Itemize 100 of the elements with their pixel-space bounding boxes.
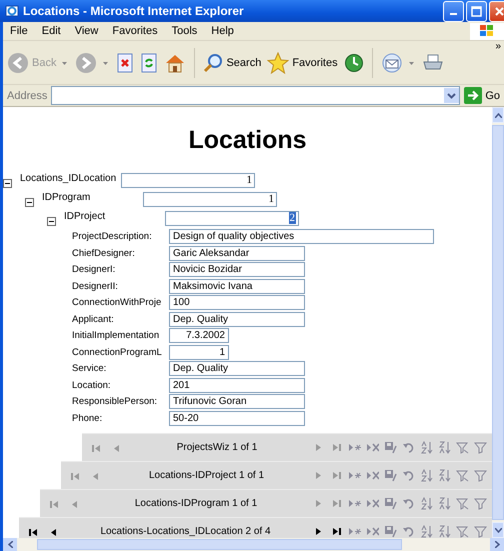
field-label: Location: bbox=[72, 380, 112, 390]
filter-icon[interactable] bbox=[474, 469, 487, 482]
input-field[interactable]: 100 bbox=[169, 295, 305, 310]
minimize-button[interactable] bbox=[443, 0, 464, 22]
sort-descending-icon[interactable] bbox=[438, 441, 451, 454]
scroll-right-icon[interactable] bbox=[494, 541, 500, 548]
new-record-icon[interactable] bbox=[348, 469, 361, 482]
collapse-icon[interactable] bbox=[25, 198, 34, 206]
search-button[interactable]: Search bbox=[203, 52, 262, 72]
input-field[interactable]: 201 bbox=[169, 378, 305, 392]
sort-ascending-icon[interactable] bbox=[420, 525, 433, 538]
undo-icon[interactable] bbox=[402, 441, 415, 454]
filter-selection-icon[interactable] bbox=[456, 525, 469, 538]
node-field[interactable]: 2 bbox=[165, 210, 299, 226]
record-counter: Locations-IDProject 1 of 1 bbox=[148, 470, 266, 481]
delete-record-icon[interactable] bbox=[366, 441, 379, 454]
sort-ascending-icon[interactable] bbox=[420, 469, 433, 482]
go-button[interactable]: Go bbox=[460, 87, 504, 104]
mail-icon[interactable] bbox=[380, 52, 403, 72]
save-icon[interactable] bbox=[384, 525, 397, 538]
input-field[interactable]: Trifunovic Goran bbox=[169, 394, 305, 409]
dropdown-arrow-icon[interactable] bbox=[62, 62, 68, 66]
menu-item[interactable]: File bbox=[3, 25, 35, 37]
field-label: ResponsiblePerson: bbox=[72, 396, 158, 407]
scroll-left-icon[interactable] bbox=[8, 541, 12, 548]
menu-item[interactable]: Help bbox=[204, 25, 241, 37]
search-icon bbox=[203, 52, 224, 72]
new-record-icon[interactable] bbox=[348, 441, 361, 454]
stop-icon[interactable] bbox=[116, 52, 134, 72]
input-field[interactable]: 1 bbox=[169, 344, 229, 360]
delete-record-icon[interactable] bbox=[366, 525, 379, 538]
close-button[interactable] bbox=[489, 0, 504, 22]
star-icon bbox=[267, 52, 290, 74]
save-icon[interactable] bbox=[384, 441, 397, 454]
filter-icon[interactable] bbox=[474, 497, 487, 510]
refresh-icon[interactable] bbox=[140, 52, 158, 72]
menu-item[interactable]: View bbox=[68, 25, 106, 37]
record-counter: Locations-Locations_IDLocation 2 of 4 bbox=[99, 526, 272, 537]
field-label: ConnectionWithProje bbox=[72, 297, 162, 308]
sort-descending-icon[interactable] bbox=[438, 525, 451, 538]
horizontal-scrollbar[interactable] bbox=[3, 538, 504, 551]
collapse-icon[interactable] bbox=[47, 216, 56, 226]
record-counter: ProjectsWiz 1 of 1 bbox=[176, 442, 258, 453]
collapse-icon[interactable] bbox=[3, 178, 12, 188]
scroll-thumb[interactable] bbox=[37, 539, 402, 550]
input-field[interactable]: 50-20 bbox=[169, 410, 305, 426]
last-record-icon[interactable] bbox=[330, 525, 343, 538]
sort-descending-icon[interactable] bbox=[438, 469, 451, 482]
input-field[interactable]: Novicic Bozidar bbox=[169, 262, 305, 277]
filter-selection-icon[interactable] bbox=[456, 469, 469, 482]
menu-item[interactable]: Favorites bbox=[105, 25, 165, 37]
home-icon[interactable] bbox=[164, 52, 186, 72]
history-icon[interactable] bbox=[344, 52, 364, 72]
delete-record-icon[interactable] bbox=[366, 469, 379, 482]
scroll-down-icon[interactable] bbox=[494, 528, 502, 532]
node-field[interactable]: 1 bbox=[121, 172, 255, 188]
printer-icon[interactable] bbox=[422, 52, 444, 72]
delete-record-icon[interactable] bbox=[366, 497, 379, 510]
back-label: Back bbox=[32, 56, 56, 68]
field-label: Service: bbox=[72, 363, 108, 374]
node-label: Locations_IDLocation bbox=[20, 172, 118, 184]
new-record-icon[interactable] bbox=[348, 497, 361, 510]
input-field[interactable]: Dep. Quality bbox=[169, 361, 305, 376]
filter-selection-icon[interactable] bbox=[456, 497, 469, 510]
input-field[interactable]: Dep. Quality bbox=[169, 312, 305, 326]
favorites-button[interactable]: Favorites bbox=[267, 52, 338, 74]
input-field[interactable]: Design of quality objectives bbox=[169, 229, 434, 244]
window-title: Locations - Microsoft Internet Explorer bbox=[23, 4, 245, 18]
scroll-up-icon[interactable] bbox=[494, 112, 502, 118]
save-icon[interactable] bbox=[384, 469, 397, 482]
menu-item[interactable]: Tools bbox=[164, 25, 204, 37]
menu-item[interactable]: Edit bbox=[34, 25, 68, 37]
maximize-button[interactable] bbox=[466, 0, 487, 22]
input-field[interactable]: 7.3.2002 bbox=[169, 328, 229, 343]
sort-ascending-icon[interactable] bbox=[420, 441, 433, 454]
field-label: Applicant: bbox=[72, 314, 115, 324]
browser-icon bbox=[5, 4, 19, 18]
field-label: ProjectDescription: bbox=[72, 231, 153, 242]
input-field[interactable]: Maksimovic Ivana bbox=[169, 278, 305, 294]
undo-icon[interactable] bbox=[402, 497, 415, 510]
node-label: IDProject bbox=[64, 210, 106, 222]
page-heading: Locations bbox=[187, 125, 308, 156]
dropdown-arrow-icon[interactable] bbox=[408, 62, 414, 66]
flag-logo-icon bbox=[479, 24, 495, 38]
save-icon[interactable] bbox=[384, 497, 397, 510]
toolbar-chevron[interactable]: » bbox=[495, 41, 501, 52]
address-label: Address bbox=[6, 90, 48, 102]
sort-descending-icon[interactable] bbox=[438, 497, 451, 510]
field-label: ConnectionProgramL bbox=[72, 346, 163, 358]
undo-icon[interactable] bbox=[402, 525, 415, 538]
undo-icon[interactable] bbox=[402, 469, 415, 482]
sort-ascending-icon[interactable] bbox=[420, 497, 433, 510]
filter-selection-icon[interactable] bbox=[456, 441, 469, 454]
input-field[interactable]: Garic Aleksandar bbox=[169, 246, 305, 260]
new-record-icon[interactable] bbox=[348, 525, 361, 538]
address-field[interactable] bbox=[51, 86, 460, 105]
node-field[interactable]: 1 bbox=[143, 192, 277, 206]
filter-icon[interactable] bbox=[474, 525, 487, 538]
dropdown-arrow-icon[interactable] bbox=[103, 62, 108, 66]
filter-icon[interactable] bbox=[474, 441, 487, 454]
